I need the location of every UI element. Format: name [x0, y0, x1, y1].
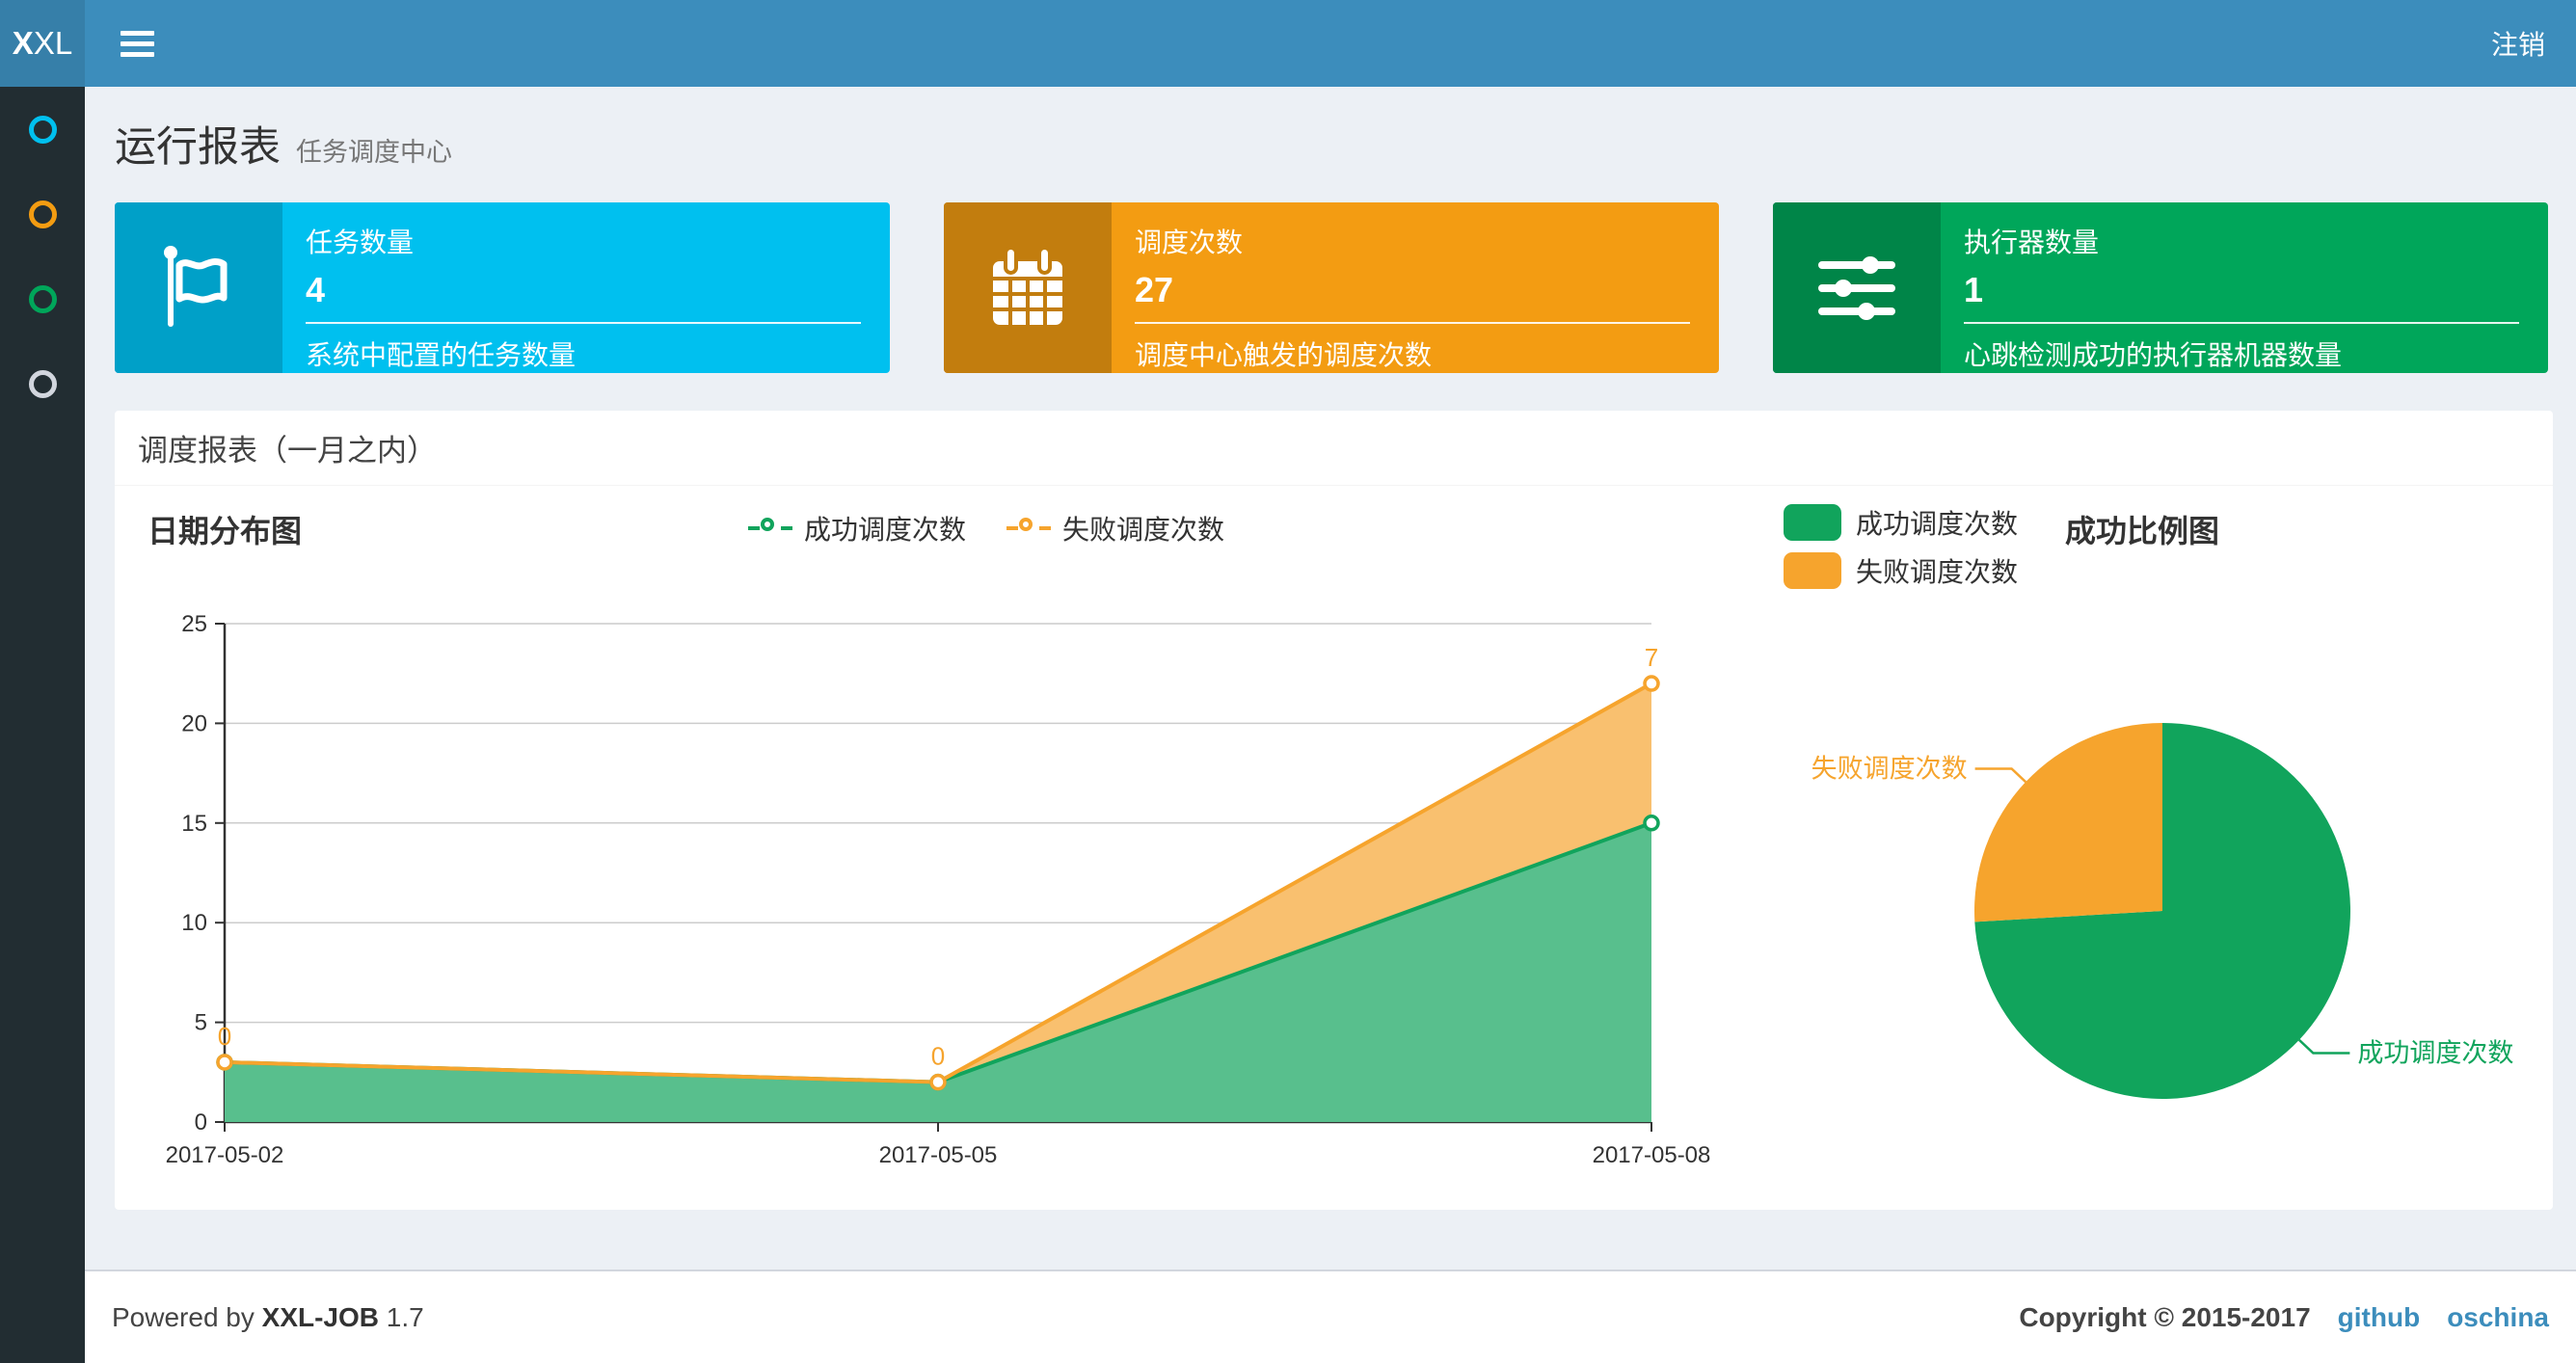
stat-description: 心跳检测成功的执行器机器数量	[1964, 340, 2343, 370]
report-panel-title: 调度报表（一月之内）	[138, 434, 437, 468]
legend-item-success[interactable]: 成功调度次数	[747, 509, 966, 548]
stat-label: 执行器数量	[1964, 227, 2100, 257]
svg-text:0: 0	[931, 1042, 945, 1071]
app-logo-rest: XL	[33, 25, 73, 61]
svg-text:7: 7	[1645, 643, 1658, 672]
svg-text:5: 5	[195, 1010, 207, 1036]
line-legend-icon	[1006, 518, 1051, 539]
legend-label: 失败调度次数	[1856, 557, 2019, 587]
svg-text:10: 10	[181, 910, 207, 936]
pie-chart-legend: 成功调度次数 失败调度次数	[1784, 503, 2018, 590]
legend-label: 成功调度次数	[803, 515, 966, 545]
top-navbar: X XL 注销	[0, 0, 2576, 87]
sidebar-item-dashboard[interactable]	[0, 87, 85, 172]
svg-text:成功调度次数: 成功调度次数	[2357, 1039, 2513, 1068]
sidebar-item-jobs[interactable]	[0, 172, 85, 256]
stat-boxes-row: 任务数量 4 系统中配置的任务数量 调度次数 27 调度中心触发的调度次数 执行…	[115, 202, 2549, 373]
stat-divider	[1964, 322, 2519, 324]
stat-box-executors: 执行器数量 1 心跳检测成功的执行器机器数量	[1773, 202, 2548, 373]
stat-description: 调度中心触发的调度次数	[1135, 340, 1433, 370]
app-logo-bold: X	[12, 25, 34, 61]
pie-legend-swatch	[1784, 552, 1841, 589]
stat-value: 4	[306, 270, 326, 309]
stat-label: 调度次数	[1135, 227, 1244, 257]
svg-text:0: 0	[218, 1022, 231, 1051]
stat-box-content: 任务数量 4 系统中配置的任务数量	[282, 202, 890, 373]
sidebar-toggle-button[interactable]	[108, 0, 166, 87]
svg-text:15: 15	[181, 811, 207, 837]
stat-value: 27	[1135, 270, 1174, 309]
oschina-link[interactable]: oschina	[2447, 1302, 2549, 1333]
circle-icon	[28, 200, 57, 228]
pie-chart-title: 成功比例图	[2065, 514, 2220, 548]
stat-box-triggers: 调度次数 27 调度中心触发的调度次数	[944, 202, 1719, 373]
sidebar	[0, 87, 85, 1363]
powered-by-text: Powered by XXL-JOB 1.7	[112, 1302, 424, 1333]
circle-icon	[28, 115, 57, 144]
svg-text:20: 20	[181, 710, 207, 736]
report-panel: 调度报表（一月之内） 日期分布图 成功调度次数 失败调度次数 0 5 10 15…	[115, 411, 2553, 1210]
calendar-icon	[944, 202, 1112, 373]
stat-label: 任务数量	[306, 227, 415, 257]
page-title: 运行报表	[115, 124, 281, 171]
stat-box-jobs: 任务数量 4 系统中配置的任务数量	[115, 202, 890, 373]
pie-chart: 成功调度次数 失败调度次数	[1811, 723, 2513, 1099]
legend-item-fail[interactable]: 失败调度次数	[1006, 509, 1224, 548]
footer: Powered by XXL-JOB 1.7 Copyright © 2015-…	[85, 1269, 2576, 1363]
stat-divider	[1135, 322, 1690, 324]
logout-link[interactable]: 注销	[2460, 0, 2576, 87]
circle-icon	[28, 369, 57, 398]
line-area-chart: 05101520252017-05-02 2017-05-05 2017-05-08…	[166, 611, 1711, 1168]
svg-text:失败调度次数: 失败调度次数	[1811, 754, 1968, 783]
legend-item-success[interactable]: 成功调度次数	[1784, 503, 2018, 542]
legend-label: 成功调度次数	[1856, 509, 2019, 539]
brand-version: 1.7	[386, 1301, 424, 1332]
line-legend-icon	[747, 518, 792, 539]
hamburger-icon	[120, 30, 154, 57]
sliders-icon	[1773, 202, 1941, 373]
report-panel-header: 调度报表（一月之内）	[115, 411, 2553, 486]
powered-prefix: Powered by	[112, 1301, 255, 1332]
content-area: 运行报表 任务调度中心 任务数量 4 系统中配置的任务数量 调度次数 27 调度…	[85, 87, 2576, 1269]
page-subtitle: 任务调度中心	[296, 138, 452, 167]
svg-text:2017-05-02: 2017-05-02	[166, 1142, 284, 1168]
github-link[interactable]: github	[2338, 1302, 2421, 1333]
sidebar-item-logs[interactable]	[0, 256, 85, 341]
svg-text:2017-05-05: 2017-05-05	[879, 1142, 998, 1168]
app-logo[interactable]: X XL	[0, 0, 85, 87]
svg-text:25: 25	[181, 611, 207, 637]
stat-description: 系统中配置的任务数量	[306, 340, 577, 370]
circle-icon	[28, 284, 57, 313]
footer-right: Copyright © 2015-2017 github oschina	[2019, 1302, 2549, 1333]
copyright-text: Copyright © 2015-2017	[2019, 1301, 2311, 1332]
legend-label: 失败调度次数	[1062, 515, 1225, 545]
stat-box-content: 执行器数量 1 心跳检测成功的执行器机器数量	[1941, 202, 2548, 373]
brand-name: XXL-JOB	[261, 1301, 380, 1332]
stat-box-content: 调度次数 27 调度中心触发的调度次数	[1112, 202, 1719, 373]
pie-legend-swatch	[1784, 504, 1841, 541]
report-panel-body: 日期分布图 成功调度次数 失败调度次数 0 5 10 15 20 25 2017-05-02…	[115, 486, 2553, 1209]
sidebar-item-executors[interactable]	[0, 341, 85, 426]
stat-divider	[306, 322, 861, 324]
page-header: 运行报表 任务调度中心	[115, 114, 2549, 177]
flag-icon	[115, 202, 282, 373]
stat-value: 1	[1964, 270, 1984, 309]
svg-text:0: 0	[195, 1109, 207, 1136]
legend-item-fail[interactable]: 失败调度次数	[1784, 551, 2018, 590]
line-chart-legend: 成功调度次数 失败调度次数	[138, 509, 1835, 548]
svg-text:2017-05-08: 2017-05-08	[1593, 1142, 1711, 1168]
